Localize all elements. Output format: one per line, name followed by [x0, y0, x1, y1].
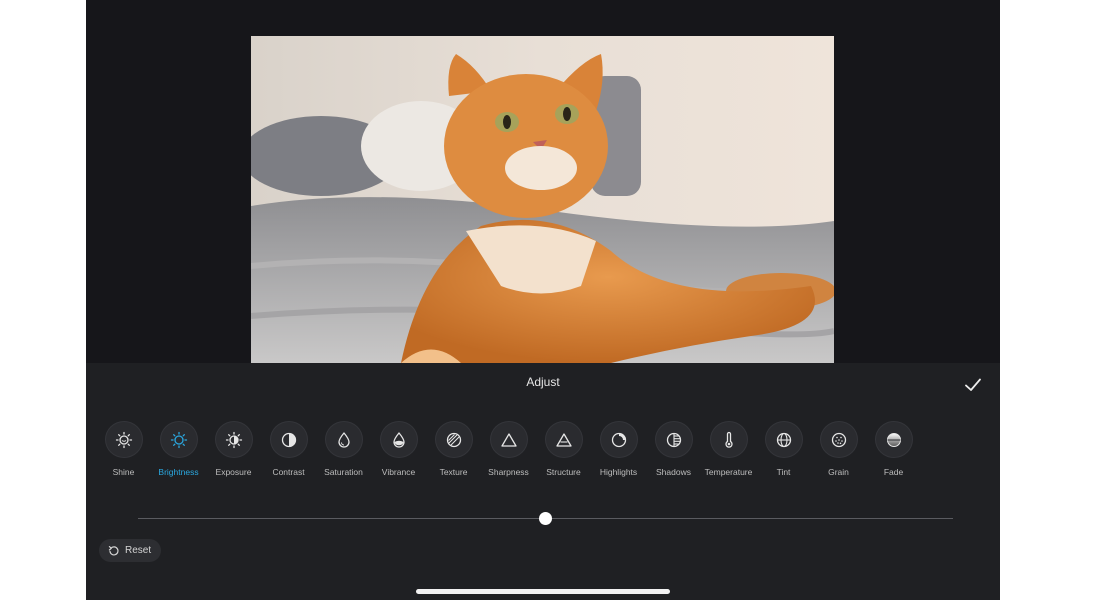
fade-icon	[886, 432, 901, 447]
texture-icon	[446, 432, 461, 447]
tool-label: Structure	[546, 467, 581, 477]
tool-shine[interactable]: Shine	[96, 421, 151, 477]
highlights-icon	[611, 432, 626, 447]
reset-icon	[108, 545, 119, 555]
tool-label: Shine	[112, 467, 135, 477]
tool-label: Temperature	[704, 467, 753, 477]
exposure-icon	[225, 431, 242, 448]
tool-label: Fade	[883, 467, 904, 477]
tool-label: Grain	[828, 467, 849, 477]
adjust-tools-bar: Shine Brightness Exposure Contrast Satur…	[96, 421, 921, 477]
vibrance-icon	[392, 431, 405, 448]
tool-label: Vibrance	[381, 467, 416, 477]
tool-label: Texture	[439, 467, 468, 477]
tool-temperature[interactable]: Temperature	[701, 421, 756, 477]
tool-grain[interactable]: Grain	[811, 421, 866, 477]
tool-highlights[interactable]: Highlights	[591, 421, 646, 477]
tool-saturation[interactable]: Saturation	[316, 421, 371, 477]
shadows-icon	[666, 432, 681, 447]
shine-icon	[115, 431, 132, 448]
contrast-icon	[281, 432, 296, 447]
adjust-panel: Adjust Shine Brightness Exposure Contras…	[86, 363, 1000, 600]
tool-label: Brightness	[158, 467, 199, 477]
tool-label: Shadows	[656, 467, 691, 477]
tool-structure[interactable]: Structure	[536, 421, 591, 477]
photo-editor-app: Adjust Shine Brightness Exposure Contras…	[86, 0, 1000, 600]
grain-icon	[831, 432, 846, 447]
tool-label: Exposure	[215, 467, 252, 477]
home-indicator	[416, 589, 670, 594]
tool-brightness[interactable]: Brightness	[151, 421, 206, 477]
saturation-icon	[337, 431, 350, 448]
slider-thumb[interactable]	[539, 512, 552, 525]
tool-tint[interactable]: Tint	[756, 421, 811, 477]
tool-label: Highlights	[599, 467, 638, 477]
tool-label: Sharpness	[488, 467, 529, 477]
reset-button[interactable]: Reset	[99, 539, 162, 562]
tool-fade[interactable]: Fade	[866, 421, 921, 477]
tool-sharpness[interactable]: Sharpness	[481, 421, 536, 477]
structure-icon	[555, 432, 572, 447]
tint-icon	[776, 432, 791, 447]
sharpness-icon	[500, 432, 517, 447]
tool-vibrance[interactable]: Vibrance	[371, 421, 426, 477]
photo-canvas[interactable]	[251, 36, 834, 363]
temperature-icon	[724, 431, 733, 448]
tool-shadows[interactable]: Shadows	[646, 421, 701, 477]
done-button[interactable]	[960, 372, 986, 398]
tool-label: Saturation	[324, 467, 363, 477]
reset-label: Reset	[125, 545, 152, 556]
tool-contrast[interactable]: Contrast	[261, 421, 316, 477]
panel-title: Adjust	[526, 375, 560, 389]
cat-photo	[251, 36, 834, 363]
tool-texture[interactable]: Texture	[426, 421, 481, 477]
brightness-slider[interactable]	[138, 511, 953, 527]
tool-label: Tint	[776, 467, 791, 477]
checkmark-icon	[965, 378, 981, 391]
brightness-icon	[170, 431, 187, 448]
tool-exposure[interactable]: Exposure	[206, 421, 261, 477]
tool-label: Contrast	[272, 467, 305, 477]
